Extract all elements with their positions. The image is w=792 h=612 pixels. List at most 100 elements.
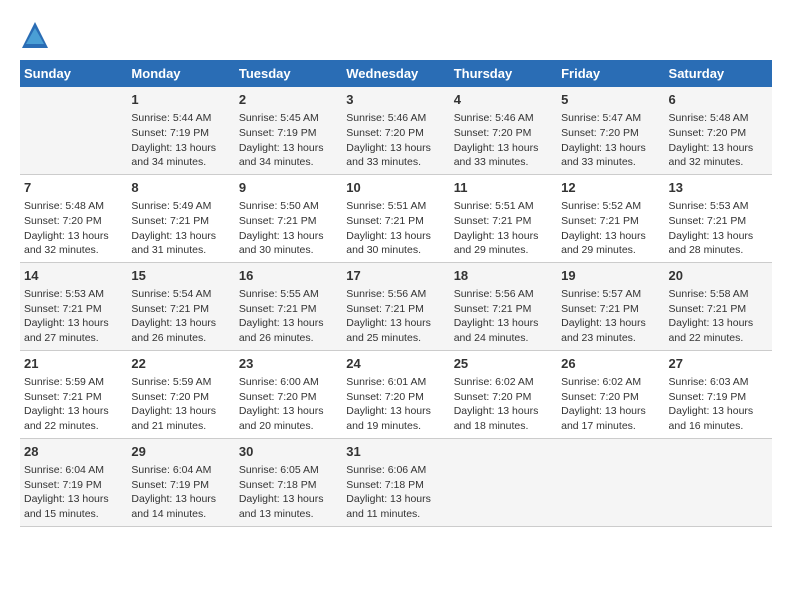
calendar-cell: 22 Sunrise: 5:59 AMSunset: 7:20 PMDayligh… xyxy=(127,350,234,438)
calendar-cell: 10 Sunrise: 5:51 AMSunset: 7:21 PMDayligh… xyxy=(342,174,449,262)
day-info: Sunrise: 5:58 AMSunset: 7:21 PMDaylight:… xyxy=(669,287,768,346)
weekday-header: Wednesday xyxy=(342,60,449,87)
calendar-cell: 16 Sunrise: 5:55 AMSunset: 7:21 PMDayligh… xyxy=(235,262,342,350)
day-info: Sunrise: 5:44 AMSunset: 7:19 PMDaylight:… xyxy=(131,111,230,170)
calendar-table: SundayMondayTuesdayWednesdayThursdayFrid… xyxy=(20,60,772,527)
day-number: 8 xyxy=(131,179,230,197)
day-info: Sunrise: 6:06 AMSunset: 7:18 PMDaylight:… xyxy=(346,463,445,522)
day-info: Sunrise: 6:00 AMSunset: 7:20 PMDaylight:… xyxy=(239,375,338,434)
day-number: 27 xyxy=(669,355,768,373)
day-info: Sunrise: 5:52 AMSunset: 7:21 PMDaylight:… xyxy=(561,199,660,258)
day-info: Sunrise: 5:59 AMSunset: 7:20 PMDaylight:… xyxy=(131,375,230,434)
calendar-cell: 1Sunrise: 5:44 AMSunset: 7:19 PMDaylight… xyxy=(127,87,234,174)
calendar-cell: 4Sunrise: 5:46 AMSunset: 7:20 PMDaylight… xyxy=(450,87,557,174)
calendar-cell: 5 Sunrise: 5:47 AMSunset: 7:20 PMDaylight… xyxy=(557,87,664,174)
calendar-cell: 15 Sunrise: 5:54 AMSunset: 7:21 PMDayligh… xyxy=(127,262,234,350)
day-number: 17 xyxy=(346,267,445,285)
calendar-cell: 7Sunrise: 5:48 AMSunset: 7:20 PMDaylight… xyxy=(20,174,127,262)
day-number: 24 xyxy=(346,355,445,373)
calendar-week-row: 14 Sunrise: 5:53 AMSunset: 7:21 PMDayligh… xyxy=(20,262,772,350)
calendar-header: SundayMondayTuesdayWednesdayThursdayFrid… xyxy=(20,60,772,87)
day-info: Sunrise: 5:51 AMSunset: 7:21 PMDaylight:… xyxy=(346,199,445,258)
weekday-header: Monday xyxy=(127,60,234,87)
calendar-cell: 2 Sunrise: 5:45 AMSunset: 7:19 PMDaylight… xyxy=(235,87,342,174)
day-info: Sunrise: 6:01 AMSunset: 7:20 PMDaylight:… xyxy=(346,375,445,434)
calendar-cell xyxy=(665,438,772,526)
day-number: 12 xyxy=(561,179,660,197)
calendar-cell: 11Sunrise: 5:51 AMSunset: 7:21 PMDayligh… xyxy=(450,174,557,262)
day-info: Sunrise: 5:46 AMSunset: 7:20 PMDaylight:… xyxy=(454,111,553,170)
day-info: Sunrise: 5:45 AMSunset: 7:19 PMDaylight:… xyxy=(239,111,338,170)
calendar-cell: 17 Sunrise: 5:56 AMSunset: 7:21 PMDayligh… xyxy=(342,262,449,350)
day-info: Sunrise: 5:46 AMSunset: 7:20 PMDaylight:… xyxy=(346,111,445,170)
calendar-cell: 13 Sunrise: 5:53 AMSunset: 7:21 PMDayligh… xyxy=(665,174,772,262)
day-number: 16 xyxy=(239,267,338,285)
day-number: 26 xyxy=(561,355,660,373)
calendar-body: 1Sunrise: 5:44 AMSunset: 7:19 PMDaylight… xyxy=(20,87,772,526)
calendar-cell: 12 Sunrise: 5:52 AMSunset: 7:21 PMDayligh… xyxy=(557,174,664,262)
weekday-header: Thursday xyxy=(450,60,557,87)
day-info: Sunrise: 5:57 AMSunset: 7:21 PMDaylight:… xyxy=(561,287,660,346)
day-number: 14 xyxy=(24,267,123,285)
day-number: 20 xyxy=(669,267,768,285)
day-info: Sunrise: 6:04 AMSunset: 7:19 PMDaylight:… xyxy=(131,463,230,522)
day-info: Sunrise: 5:47 AMSunset: 7:20 PMDaylight:… xyxy=(561,111,660,170)
calendar-cell: 25 Sunrise: 6:02 AMSunset: 7:20 PMDayligh… xyxy=(450,350,557,438)
day-number: 3 xyxy=(346,91,445,109)
calendar-cell: 28 Sunrise: 6:04 AMSunset: 7:19 PMDayligh… xyxy=(20,438,127,526)
day-number: 30 xyxy=(239,443,338,461)
weekday-row: SundayMondayTuesdayWednesdayThursdayFrid… xyxy=(20,60,772,87)
day-number: 22 xyxy=(131,355,230,373)
day-info: Sunrise: 5:54 AMSunset: 7:21 PMDaylight:… xyxy=(131,287,230,346)
day-number: 5 xyxy=(561,91,660,109)
weekday-header: Sunday xyxy=(20,60,127,87)
calendar-cell xyxy=(20,87,127,174)
day-number: 13 xyxy=(669,179,768,197)
day-info: Sunrise: 5:49 AMSunset: 7:21 PMDaylight:… xyxy=(131,199,230,258)
day-info: Sunrise: 5:53 AMSunset: 7:21 PMDaylight:… xyxy=(24,287,123,346)
day-info: Sunrise: 6:04 AMSunset: 7:19 PMDaylight:… xyxy=(24,463,123,522)
calendar-cell: 8 Sunrise: 5:49 AMSunset: 7:21 PMDaylight… xyxy=(127,174,234,262)
day-number: 2 xyxy=(239,91,338,109)
day-info: Sunrise: 6:03 AMSunset: 7:19 PMDaylight:… xyxy=(669,375,768,434)
page-header xyxy=(20,20,772,50)
day-number: 18 xyxy=(454,267,553,285)
day-number: 11 xyxy=(454,179,553,197)
day-info: Sunrise: 5:48 AMSunset: 7:20 PMDaylight:… xyxy=(669,111,768,170)
day-info: Sunrise: 6:02 AMSunset: 7:20 PMDaylight:… xyxy=(454,375,553,434)
day-number: 19 xyxy=(561,267,660,285)
calendar-cell: 3 Sunrise: 5:46 AMSunset: 7:20 PMDaylight… xyxy=(342,87,449,174)
calendar-week-row: 21 Sunrise: 5:59 AMSunset: 7:21 PMDayligh… xyxy=(20,350,772,438)
day-number: 28 xyxy=(24,443,123,461)
day-number: 29 xyxy=(131,443,230,461)
day-info: Sunrise: 5:55 AMSunset: 7:21 PMDaylight:… xyxy=(239,287,338,346)
calendar-cell: 20 Sunrise: 5:58 AMSunset: 7:21 PMDayligh… xyxy=(665,262,772,350)
calendar-cell: 24 Sunrise: 6:01 AMSunset: 7:20 PMDayligh… xyxy=(342,350,449,438)
day-number: 21 xyxy=(24,355,123,373)
day-number: 25 xyxy=(454,355,553,373)
calendar-week-row: 1Sunrise: 5:44 AMSunset: 7:19 PMDaylight… xyxy=(20,87,772,174)
day-info: Sunrise: 5:53 AMSunset: 7:21 PMDaylight:… xyxy=(669,199,768,258)
calendar-cell xyxy=(450,438,557,526)
day-info: Sunrise: 5:56 AMSunset: 7:21 PMDaylight:… xyxy=(454,287,553,346)
calendar-cell xyxy=(557,438,664,526)
day-info: Sunrise: 5:56 AMSunset: 7:21 PMDaylight:… xyxy=(346,287,445,346)
calendar-week-row: 7Sunrise: 5:48 AMSunset: 7:20 PMDaylight… xyxy=(20,174,772,262)
weekday-header: Friday xyxy=(557,60,664,87)
calendar-week-row: 28 Sunrise: 6:04 AMSunset: 7:19 PMDayligh… xyxy=(20,438,772,526)
day-info: Sunrise: 6:05 AMSunset: 7:18 PMDaylight:… xyxy=(239,463,338,522)
day-number: 15 xyxy=(131,267,230,285)
calendar-cell: 6 Sunrise: 5:48 AMSunset: 7:20 PMDaylight… xyxy=(665,87,772,174)
day-info: Sunrise: 5:59 AMSunset: 7:21 PMDaylight:… xyxy=(24,375,123,434)
day-number: 6 xyxy=(669,91,768,109)
calendar-cell: 21 Sunrise: 5:59 AMSunset: 7:21 PMDayligh… xyxy=(20,350,127,438)
day-info: Sunrise: 5:48 AMSunset: 7:20 PMDaylight:… xyxy=(24,199,123,258)
weekday-header: Tuesday xyxy=(235,60,342,87)
logo xyxy=(20,20,54,50)
calendar-cell: 19 Sunrise: 5:57 AMSunset: 7:21 PMDayligh… xyxy=(557,262,664,350)
calendar-cell: 23Sunrise: 6:00 AMSunset: 7:20 PMDayligh… xyxy=(235,350,342,438)
day-info: Sunrise: 5:50 AMSunset: 7:21 PMDaylight:… xyxy=(239,199,338,258)
day-number: 10 xyxy=(346,179,445,197)
calendar-cell: 31Sunrise: 6:06 AMSunset: 7:18 PMDayligh… xyxy=(342,438,449,526)
calendar-cell: 29 Sunrise: 6:04 AMSunset: 7:19 PMDayligh… xyxy=(127,438,234,526)
